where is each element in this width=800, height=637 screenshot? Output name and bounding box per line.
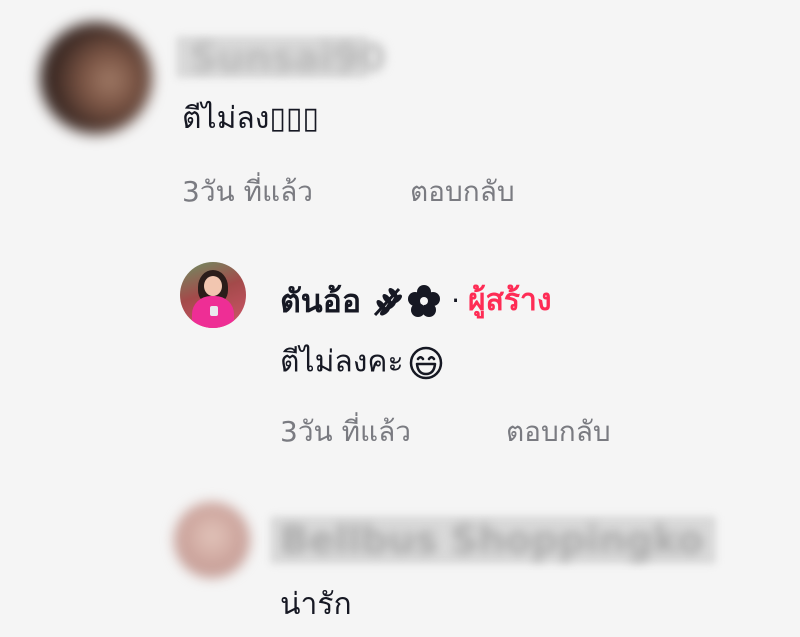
creator-badge: ผู้สร้าง xyxy=(468,283,552,318)
creator-username[interactable]: ตันอ้อ xyxy=(280,285,361,317)
username[interactable]: Bellbus Shoppingko xyxy=(280,518,703,562)
avatar[interactable] xyxy=(174,502,250,578)
flower-icon xyxy=(408,285,441,317)
wheat-icon xyxy=(373,287,403,317)
reply-button[interactable]: ตอบกลับ xyxy=(506,418,611,446)
name-decoration xyxy=(369,283,441,319)
grinning-face-icon xyxy=(409,346,442,380)
comment-text: ตีไม่ลง▯▯▯ xyxy=(182,101,319,136)
reply-time: 3วัน ที่แล้ว xyxy=(280,415,411,448)
avatar[interactable] xyxy=(40,22,152,134)
reply-button[interactable]: ตอบกลับ xyxy=(410,178,515,206)
creator-name-row: ตันอ้อ · ผู้สร้าง xyxy=(280,283,552,319)
reply-text-row: ตีไม่ลงคะ xyxy=(280,345,444,381)
comment-thread: Sunsai90 ตีไม่ลง▯▯▯ 3วัน ที่แล้ว ตอบกลับ… xyxy=(0,0,800,637)
username[interactable]: Sunsai90 xyxy=(190,36,386,80)
creator-avatar[interactable] xyxy=(180,262,246,328)
comment-time: 3วัน ที่แล้ว xyxy=(182,175,313,208)
reply-text: ตีไม่ลงคะ xyxy=(280,344,404,380)
separator-dot: · xyxy=(451,284,460,317)
reply-text: น่ารัก xyxy=(280,587,352,622)
